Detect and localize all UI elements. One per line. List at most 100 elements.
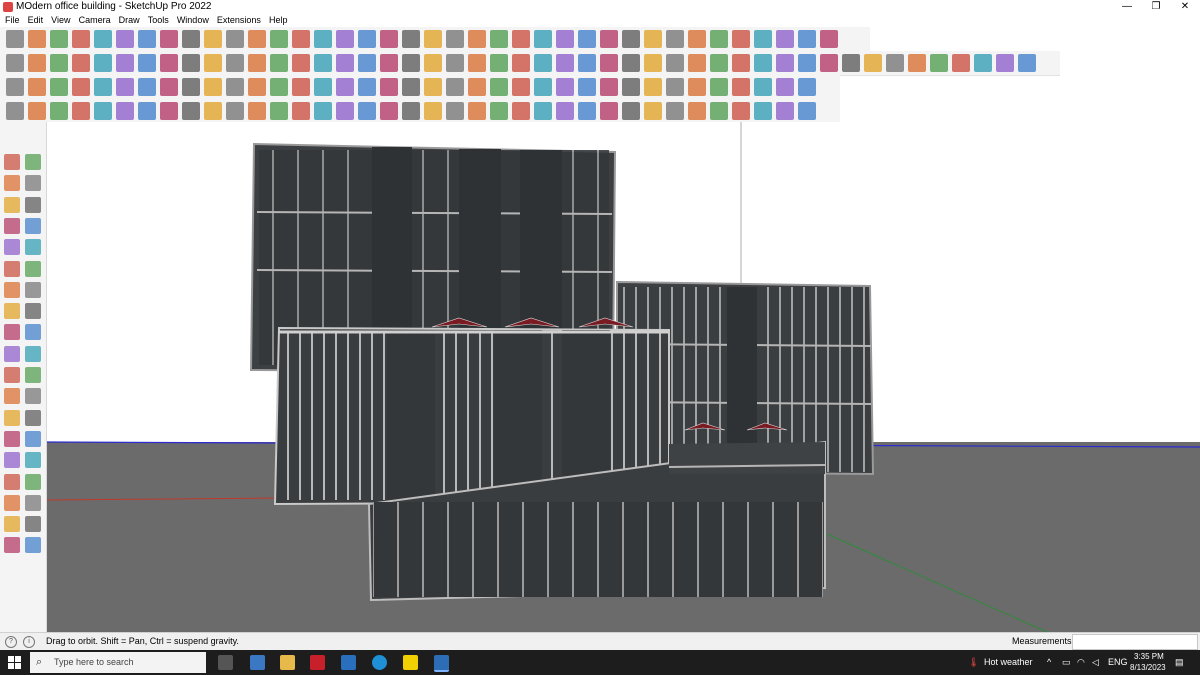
toolbar-tool-icon[interactable] [732, 102, 750, 120]
clock-time[interactable]: 3:35 PM [1134, 652, 1164, 661]
language-indicator[interactable]: ENG [1108, 657, 1128, 667]
menu-tools[interactable]: Tools [148, 14, 169, 27]
toolbar-tool-icon[interactable] [50, 102, 68, 120]
toolbar-tool-icon[interactable] [556, 30, 574, 48]
task-view-icon[interactable] [218, 655, 233, 670]
look-around-icon[interactable] [25, 494, 41, 511]
orbit-icon[interactable] [25, 154, 41, 170]
toolbar-tool-icon[interactable] [468, 54, 486, 72]
toolbar-tool-icon[interactable] [270, 78, 288, 96]
toolbar-tool-icon[interactable] [798, 30, 816, 48]
toolbar-tool-icon[interactable] [534, 78, 552, 96]
pie-icon[interactable] [25, 281, 41, 298]
toolbar-tool-icon[interactable] [688, 54, 706, 72]
toolbar-tool-icon[interactable] [6, 78, 24, 96]
toolbar-tool-icon[interactable] [94, 54, 112, 72]
toolbar-tool-icon[interactable] [732, 78, 750, 96]
notifications-icon[interactable]: ▤ [1175, 657, 1184, 668]
toolbar-tool-icon[interactable] [798, 102, 816, 120]
rotate-icon[interactable] [25, 324, 41, 341]
toolbar-tool-icon[interactable] [424, 78, 442, 96]
restore-button[interactable]: ❐ [1141, 0, 1171, 14]
toolbar-tool-icon[interactable] [688, 78, 706, 96]
toolbar-tool-icon[interactable] [336, 54, 354, 72]
toolbar-tool-icon[interactable] [94, 78, 112, 96]
instructor-icon[interactable]: i [23, 636, 35, 648]
push-pull-icon[interactable] [4, 196, 20, 213]
toolbar-tool-icon[interactable] [138, 54, 156, 72]
toolbar-tool-icon[interactable] [380, 54, 398, 72]
toolbar-tool-icon[interactable] [644, 78, 662, 96]
tape-icon[interactable] [25, 196, 41, 213]
toolbar-tool-icon[interactable] [490, 30, 508, 48]
circle-icon[interactable] [4, 260, 20, 277]
toolbar-tool-icon[interactable] [842, 54, 860, 72]
toolbar-tool-icon[interactable] [402, 102, 420, 120]
menu-view[interactable]: View [51, 14, 70, 27]
toolbar-tool-icon[interactable] [248, 78, 266, 96]
toolbar-tool-icon[interactable] [732, 54, 750, 72]
toolbar-tool-icon[interactable] [776, 54, 794, 72]
flip-icon[interactable] [25, 345, 41, 362]
toolbar-tool-icon[interactable] [336, 78, 354, 96]
toolbar-tool-icon[interactable] [798, 54, 816, 72]
toolbar-tool-icon[interactable] [754, 102, 772, 120]
toolbar-tool-icon[interactable] [292, 54, 310, 72]
orbit-tool-icon[interactable] [4, 430, 20, 447]
toolbar-tool-icon[interactable] [116, 54, 134, 72]
volume-icon[interactable]: ◁ [1092, 657, 1099, 668]
line-icon[interactable] [4, 217, 20, 234]
toolbar-tool-icon[interactable] [226, 102, 244, 120]
axes-icon[interactable] [4, 409, 20, 426]
autocad-app-icon[interactable] [310, 655, 325, 670]
toolbar-tool-icon[interactable] [182, 30, 200, 48]
calculator-app-icon[interactable] [250, 655, 265, 670]
toolbar-tool-icon[interactable] [336, 102, 354, 120]
toolbar-tool-icon[interactable] [556, 78, 574, 96]
toolbar-tool-icon[interactable] [6, 54, 24, 72]
section-plane-icon[interactable] [25, 409, 41, 426]
protractor-icon[interactable] [4, 388, 20, 405]
toolbar-tool-icon[interactable] [116, 78, 134, 96]
edge-browser-icon[interactable] [372, 655, 387, 670]
previous-view-icon[interactable] [25, 473, 41, 490]
toolbar-tool-icon[interactable] [446, 102, 464, 120]
sandbox-icon[interactable] [25, 516, 41, 533]
toolbar-tool-icon[interactable] [776, 102, 794, 120]
zoom-extents-icon[interactable] [4, 473, 20, 490]
toolbar-tool-icon[interactable] [72, 30, 90, 48]
toolbar-tool-icon[interactable] [6, 102, 24, 120]
windows-start-icon[interactable] [8, 656, 21, 669]
toolbar-tool-icon[interactable] [754, 78, 772, 96]
toolbar-tool-icon[interactable] [534, 54, 552, 72]
menu-camera[interactable]: Camera [79, 14, 111, 27]
toolbar-tool-icon[interactable] [6, 30, 24, 48]
toolbar-tool-icon[interactable] [402, 78, 420, 96]
toolbar-tool-icon[interactable] [72, 102, 90, 120]
toolbar-tool-icon[interactable] [160, 78, 178, 96]
tape-measure-icon[interactable] [4, 367, 20, 383]
toolbar-tool-icon[interactable] [226, 30, 244, 48]
toolbar-tool-icon[interactable] [754, 30, 772, 48]
toolbar-tool-icon[interactable] [358, 54, 376, 72]
toolbar-tool-icon[interactable] [204, 78, 222, 96]
toolbar-tool-icon[interactable] [358, 102, 376, 120]
toolbar-tool-icon[interactable] [424, 102, 442, 120]
toolbar-tool-icon[interactable] [622, 78, 640, 96]
toolbar-tool-icon[interactable] [974, 54, 992, 72]
toolbar-tool-icon[interactable] [28, 30, 46, 48]
toolbar-tool-icon[interactable] [72, 54, 90, 72]
toolbar-tool-icon[interactable] [600, 30, 618, 48]
toolbar-tool-icon[interactable] [468, 78, 486, 96]
toolbar-tool-icon[interactable] [732, 30, 750, 48]
toolbar-tool-icon[interactable] [556, 102, 574, 120]
toolbar-tool-icon[interactable] [248, 30, 266, 48]
toolbar-tool-icon[interactable] [864, 54, 882, 72]
toolbar-tool-icon[interactable] [380, 102, 398, 120]
toolbar-tool-icon[interactable] [160, 102, 178, 120]
walk-icon[interactable] [4, 494, 20, 511]
toolbar-tool-icon[interactable] [600, 102, 618, 120]
toolbar-tool-icon[interactable] [644, 30, 662, 48]
toolbar-tool-icon[interactable] [182, 102, 200, 120]
toolbar-tool-icon[interactable] [138, 78, 156, 96]
